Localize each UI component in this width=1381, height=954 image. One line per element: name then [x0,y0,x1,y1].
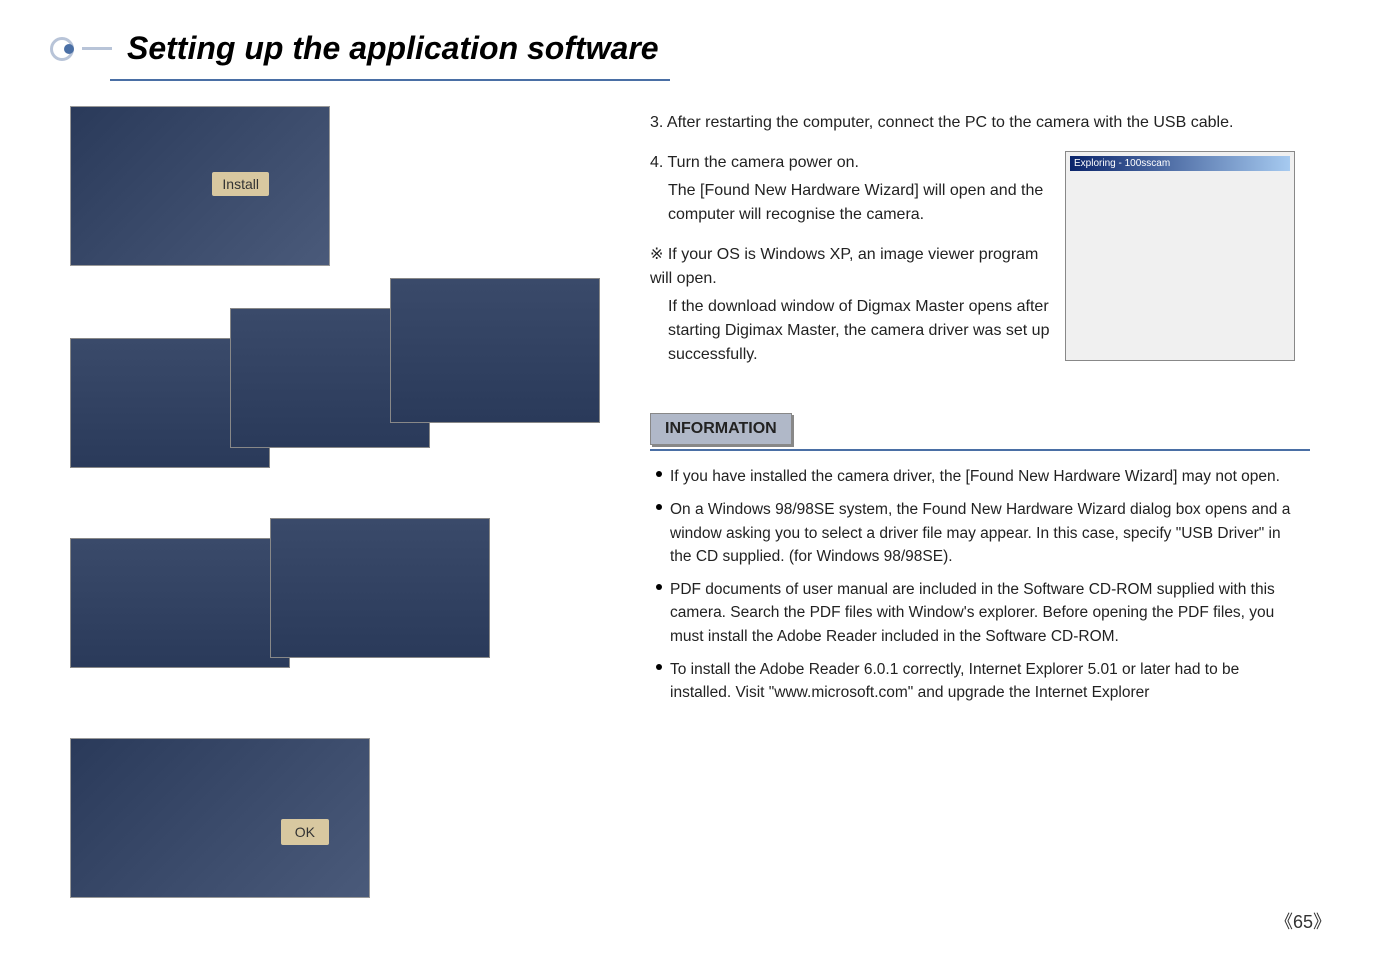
title-bullet-icon [50,37,74,61]
info-item-text: To install the Adobe Reader 6.0.1 correc… [670,658,1304,705]
screenshot-wizard-3 [390,278,600,423]
info-item-text: On a Windows 98/98SE system, the Found N… [670,498,1304,568]
step-3-text: 3. After restarting the computer, connec… [650,111,1310,135]
install-button-label: Install [212,172,269,196]
right-column: 3. After restarting the computer, connec… [650,106,1310,898]
bullet-icon [656,664,662,670]
information-content: If you have installed the camera driver,… [650,449,1310,728]
page-number-value: 65 [1293,912,1313,932]
info-item: To install the Adobe Reader 6.0.1 correc… [656,658,1304,705]
bullet-icon [656,504,662,510]
note2-text: If the download window of Digmax Master … [650,295,1050,367]
title-row: Setting up the application software [50,30,1331,67]
step-4-text-block: 4. Turn the camera power on. The [Found … [650,151,1050,383]
title-line [82,47,112,50]
title-underline [110,79,670,81]
bullet-icon [656,584,662,590]
info-item: On a Windows 98/98SE system, the Found N… [656,498,1304,568]
step-4-line2: The [Found New Hardware Wizard] will ope… [650,179,1050,227]
explorer-titlebar: Exploring - 100sscam [1070,156,1290,171]
info-item: PDF documents of user manual are include… [656,578,1304,648]
screenshot-cluster-install [70,518,600,698]
info-item-text: If you have installed the camera driver,… [670,465,1280,488]
note-text: If your OS is Windows XP, an image viewe… [650,246,1038,287]
bullet-icon [656,471,662,477]
page-title: Setting up the application software [127,30,659,67]
info-item-text: PDF documents of user manual are include… [670,578,1304,648]
screenshot-explorer: Exploring - 100sscam [1065,151,1295,361]
information-header: INFORMATION [650,413,792,445]
screenshot-cluster-wizard [70,278,600,488]
page-number: 《65》 [1275,908,1331,934]
content-columns: Install OK 3. After restarting the compu… [50,106,1331,898]
screenshot-install-2 [270,518,490,658]
screenshot-install-1 [70,538,290,668]
step-4-line1: 4. Turn the camera power on. [650,151,1050,175]
note-symbol: ※ [650,246,663,263]
screenshot-complete: OK [70,738,370,898]
screenshot-install-selector: Install [70,106,330,266]
ok-button-label: OK [281,819,329,845]
left-column: Install OK [50,106,610,898]
information-box: INFORMATION If you have installed the ca… [650,413,1310,728]
step-4-row: 4. Turn the camera power on. The [Found … [650,151,1310,383]
info-item: If you have installed the camera driver,… [656,465,1304,488]
